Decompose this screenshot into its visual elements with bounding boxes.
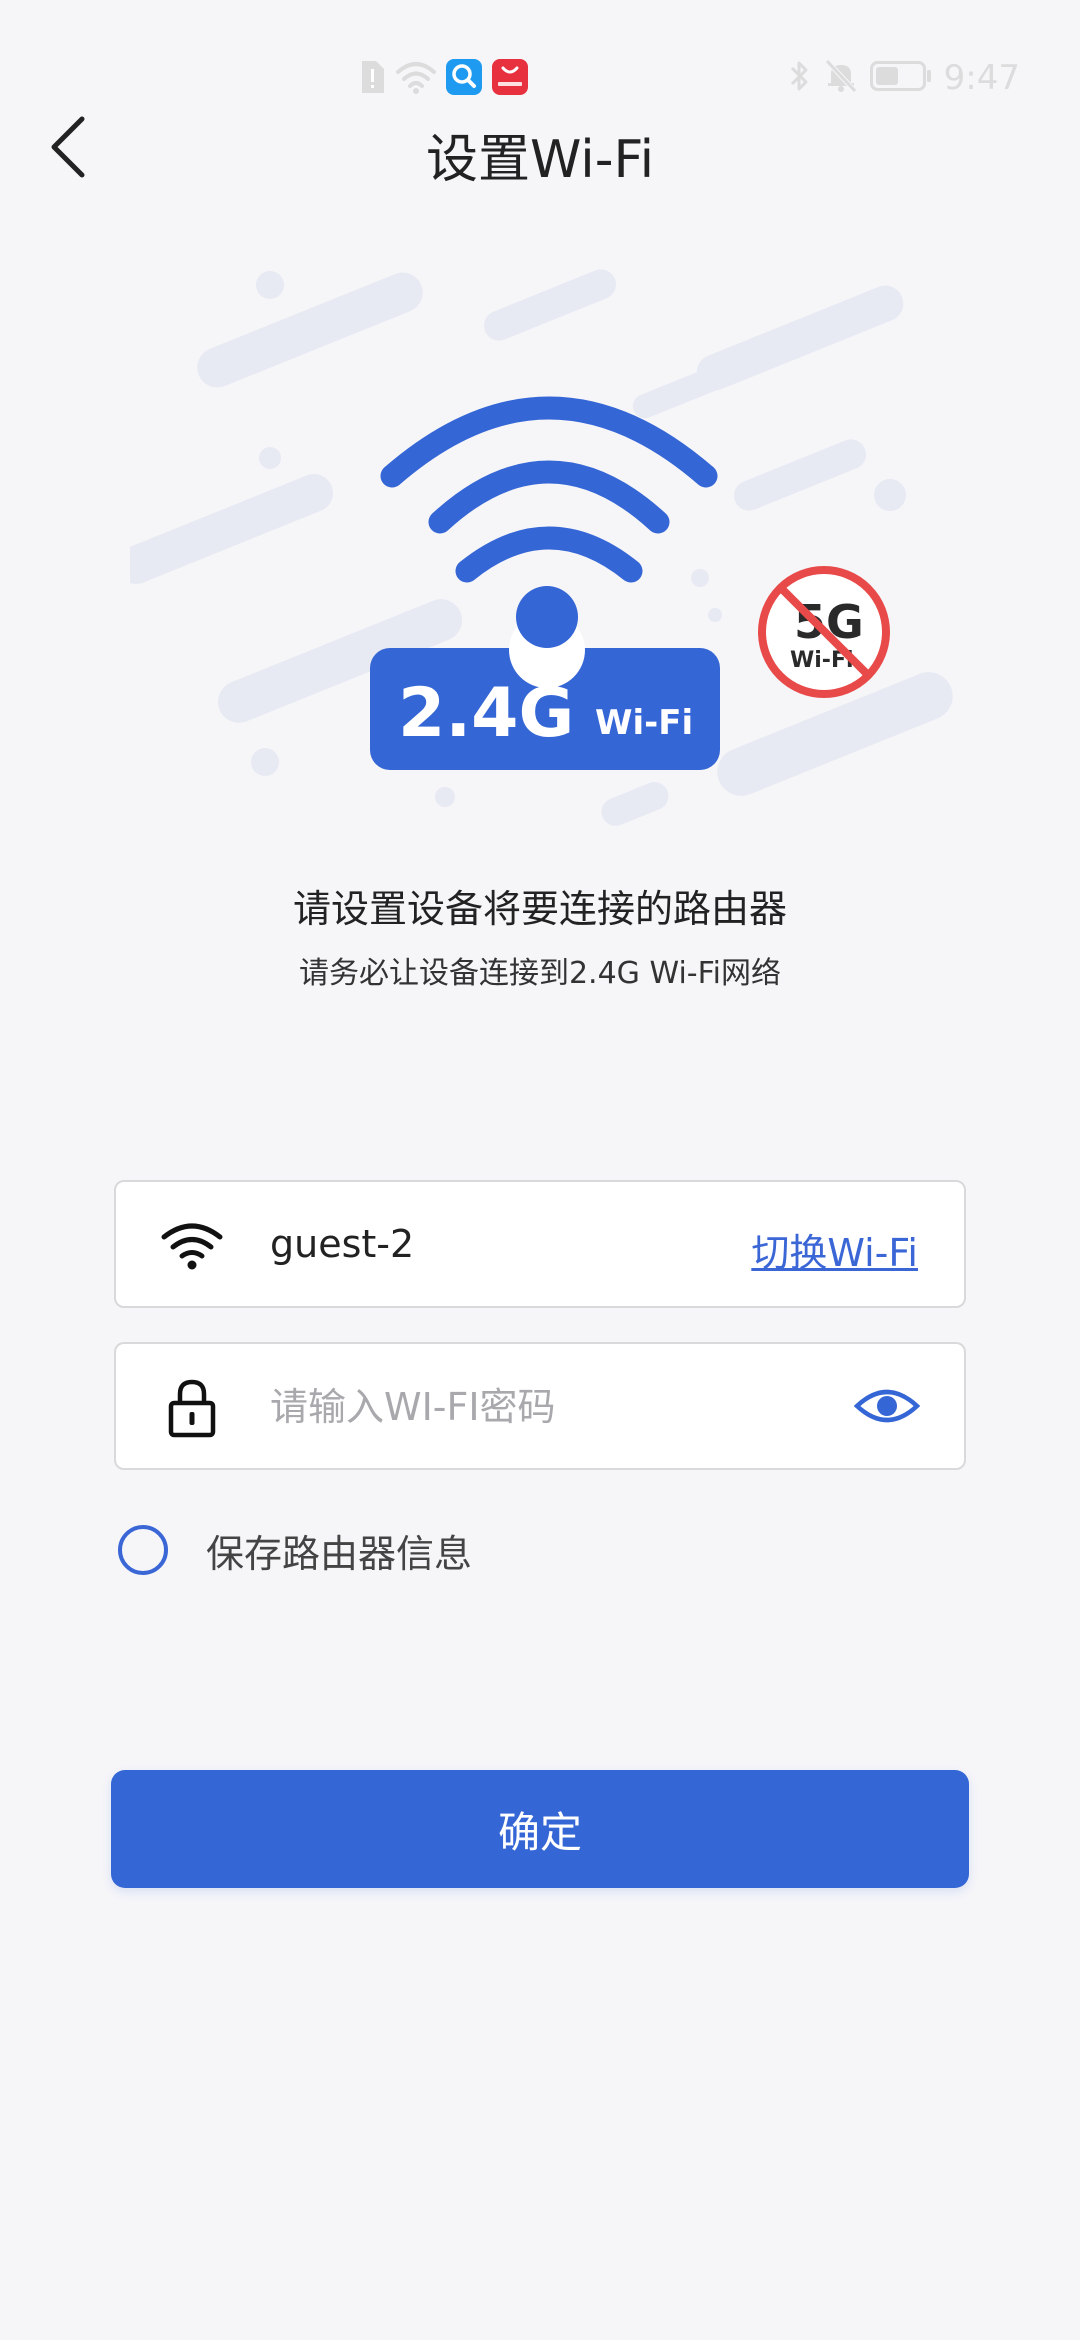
status-system-icons: 9:47: [788, 58, 1020, 98]
wifi-icon: [396, 60, 436, 98]
wifi-ssid-value: guest-2: [270, 1222, 415, 1266]
wifi-password-field: [114, 1342, 966, 1470]
save-router-checkbox[interactable]: 保存路由器信息: [114, 1518, 472, 1582]
nav-bar: 设置Wi-Fi: [0, 95, 1080, 207]
show-password-toggle[interactable]: [853, 1380, 921, 1436]
battery-icon: [869, 61, 932, 95]
wifi-password-input[interactable]: [270, 1372, 830, 1442]
mute-icon: [824, 58, 858, 98]
huawei-app-icon: [492, 59, 528, 99]
intro-headline: 请设置设备将要连接的路由器: [292, 887, 787, 931]
confirm-button[interactable]: 确定: [111, 1770, 969, 1888]
bluetooth-icon: [788, 58, 812, 98]
status-notification-icons: [358, 59, 528, 99]
wifi-icon: [160, 1214, 224, 1278]
wifi-signal-icon: [380, 396, 718, 583]
no-5g-icon: 5G Wi-Fi: [758, 566, 890, 698]
switch-wifi-link[interactable]: 切换Wi-Fi: [751, 1222, 918, 1277]
lock-icon: [160, 1376, 224, 1440]
status-time: 9:47: [943, 58, 1020, 98]
wifi-ssid-field: guest-2 切换Wi-Fi: [114, 1180, 966, 1308]
search-app-icon: [446, 59, 482, 99]
badge-24g-sublabel: Wi-Fi: [595, 703, 693, 743]
eye-icon: [853, 1386, 921, 1430]
wifi-24g-illustration: 2.4G Wi-Fi 5G Wi-Fi: [116, 269, 953, 826]
badge-24g-label: 2.4G: [398, 674, 574, 753]
radio-circle-icon[interactable]: [118, 1525, 168, 1575]
intro-subline: 请务必让设备连接到2.4G Wi-Fi网络: [298, 956, 782, 991]
save-router-label: 保存路由器信息: [206, 1531, 473, 1576]
sim-alert-icon: [358, 59, 386, 99]
page-title: 设置Wi-Fi: [425, 130, 655, 190]
wifi-illustration: 2.4G Wi-Fi 5G Wi-Fi: [116, 260, 970, 850]
